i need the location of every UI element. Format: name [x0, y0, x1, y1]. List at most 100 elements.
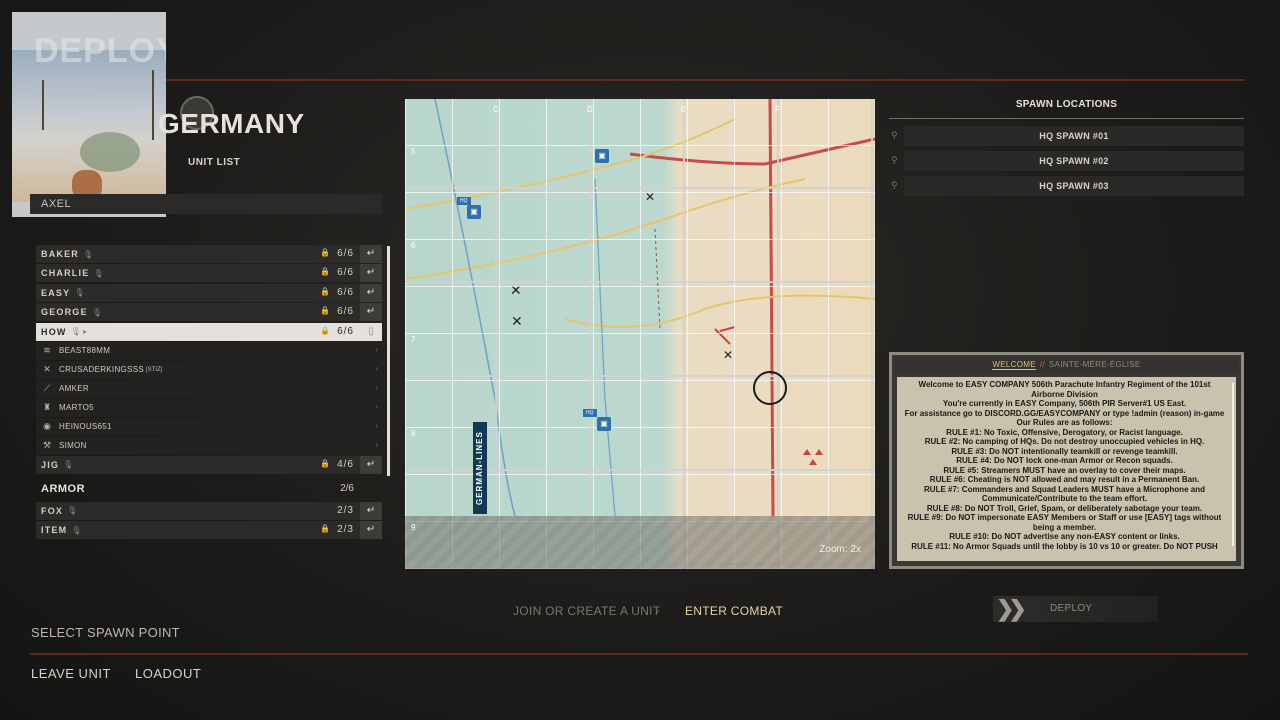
info-line: For assistance go to DISCORD.GG/EASYCOMP… — [904, 408, 1225, 418]
grid-row-label: 7 — [411, 335, 416, 344]
info-line: RULE #4: Do NOT lock one-man Armor or Re… — [956, 456, 1173, 465]
spawn-locations-title: SPAWN LOCATIONS — [1015, 99, 1118, 110]
info-line: RULE #10: Do NOT advertise any non-EASY … — [949, 532, 1180, 541]
info-line: RULE #1: No Toxic, Offensive, Derogatory… — [946, 427, 1183, 437]
member-name: MARTO5 — [59, 403, 94, 413]
lock-icon: 🔒 — [320, 306, 330, 316]
unit-count: 2/3 — [337, 504, 354, 516]
mic-icon: 🎙 — [83, 249, 94, 259]
lock-icon: 🔒 — [320, 524, 330, 534]
unit-name: CHARLIE — [41, 268, 90, 279]
objective-ring-icon[interactable] — [753, 371, 787, 405]
unit-count: 6/6 — [337, 325, 354, 337]
mic-icon: 🎙 — [74, 288, 85, 298]
unit-count: 6/6 — [337, 248, 354, 259]
unit-row-baker[interactable]: BAKER 🎙 🔒 6/6 ↵ — [36, 245, 382, 263]
grid-row-label: 8 — [411, 429, 416, 438]
tab-map-name[interactable]: SAINTE-MÈRE-ÉGLISE — [1049, 360, 1141, 369]
unit-row-fox[interactable]: FOX 🎙 2/3 ↵ — [36, 501, 382, 520]
grid-row-label: 6 — [411, 241, 416, 250]
join-unit-button[interactable]: ↵ — [360, 283, 382, 302]
crossed-rifles-icon: ✕ — [43, 364, 51, 375]
chevron-right-icon: › — [375, 363, 378, 373]
unit-name: GEORGE — [41, 307, 88, 318]
armor-section-header: ARMOR 2/6 — [36, 476, 382, 502]
server-info-scrollbar[interactable] — [1232, 383, 1234, 546]
unit-list-label: UNIT LIST — [188, 157, 241, 168]
medic-icon: ◉ — [43, 421, 51, 432]
member-row[interactable]: ◉ HEINOUS651 › — [36, 417, 382, 436]
member-tag: [STIZ] — [145, 366, 163, 373]
member-row[interactable]: ♜ MARTO5 › — [36, 398, 382, 417]
info-line: Our Rules are as follows: — [1016, 418, 1113, 427]
grid-col-label: D — [587, 105, 593, 114]
join-unit-button[interactable]: ↵ — [360, 501, 382, 520]
mic-icon: 🎙 — [63, 460, 74, 470]
lock-icon: 🔒 — [320, 286, 330, 296]
spawn-item[interactable]: ⚲ HQ SPAWN #01 — [889, 126, 1244, 146]
unit-list-scroll-thumb[interactable] — [387, 246, 390, 476]
thumbnail-ghost-text: DEPLOY — [34, 32, 166, 70]
garrison-lock-icon[interactable]: ▣ — [467, 205, 481, 219]
member-name: SIMON — [59, 441, 87, 451]
german-lines-label: GERMAN-LINES — [473, 422, 487, 514]
info-line: RULE #2: No camping of HQs. Do not destr… — [924, 437, 1205, 446]
step-join-or-create[interactable]: JOIN OR CREATE A UNIT — [513, 604, 660, 618]
member-row[interactable]: ≋ BEAST88MM › — [36, 341, 382, 360]
chevron-right-icon: › — [375, 401, 378, 411]
deploy-label: DEPLOY — [1050, 603, 1093, 614]
hq-spawn-tag: HQ — [457, 197, 471, 205]
chevron-right-icon: › — [375, 420, 378, 430]
unit-count: 6/6 — [337, 306, 354, 318]
member-row[interactable]: ⟋ AMKER › — [36, 379, 382, 398]
member-row[interactable]: ⚒ SIMON › — [36, 436, 382, 455]
unit-name: JIG — [41, 459, 60, 470]
leave-unit-icon[interactable]: ▯ — [360, 322, 382, 341]
chevron-right-icon: › — [375, 439, 378, 449]
tactical-map[interactable]: ✕ ✕ ✕ ✕ C D E F 5 6 7 8 9 HQ ▣ ▣ HQ ▣ GE… — [405, 99, 875, 569]
scene-tree — [42, 80, 44, 130]
garrison-lock-icon[interactable]: ▣ — [597, 417, 611, 431]
mic-icon: 🎙 — [67, 506, 78, 516]
spawn-item[interactable]: ⚲ HQ SPAWN #02 — [889, 151, 1244, 171]
zoom-level: Zoom: 2x — [819, 544, 861, 555]
unit-row-jig[interactable]: JIG 🎙 🔒 4/6 ↵ — [36, 455, 382, 474]
spawn-item-label: HQ SPAWN #03 — [1039, 181, 1109, 191]
unit-row-george[interactable]: GEORGE 🎙 🔒 6/6 ↵ — [36, 303, 382, 322]
tab-welcome[interactable]: WELCOME — [992, 360, 1036, 370]
unit-row-easy[interactable]: EASY 🎙 🔒 6/6 ↵ — [36, 283, 382, 302]
select-spawn-point-hint: SELECT SPAWN POINT — [31, 625, 180, 640]
member-row[interactable]: ✕ CRUSADERKINGSSS [STIZ] › — [36, 360, 382, 379]
commander-row[interactable]: AXEL — [30, 194, 382, 214]
lock-icon: 🔒 — [320, 248, 330, 257]
info-line: RULE #6: Cheating is NOT allowed and may… — [929, 475, 1200, 484]
join-unit-button[interactable]: ↵ — [360, 455, 382, 474]
unit-count: 2/3 — [337, 524, 354, 536]
bottom-divider — [30, 653, 1248, 655]
leave-unit-button[interactable]: LEAVE UNIT — [31, 666, 111, 681]
armor-label: ARMOR — [41, 482, 86, 495]
map-out-of-bounds — [405, 516, 875, 569]
info-line: RULE #8: Do NOT Troll, Grief, Spam, or d… — [926, 503, 1203, 513]
unit-row-how[interactable]: HOW 🎙 ▸ 🔒 6/6 ▯ — [36, 322, 382, 341]
spawn-pin-icon: ⚲ — [891, 130, 898, 140]
deploy-button[interactable]: ❯❯ DEPLOY — [993, 596, 1158, 622]
support-icon: ♜ — [42, 402, 52, 413]
join-unit-button[interactable]: ↵ — [360, 264, 382, 283]
unit-row-charlie[interactable]: CHARLIE 🎙 🔒 6/6 ↵ — [36, 264, 382, 283]
chevron-right-icon: › — [375, 344, 378, 354]
step-enter-combat[interactable]: ENTER COMBAT — [685, 604, 783, 618]
info-line: Welcome to EASY COMPANY 506th Parachute … — [918, 380, 1211, 399]
spawn-item[interactable]: ⚲ HQ SPAWN #03 — [889, 176, 1244, 196]
member-name: BEAST88MM — [59, 346, 111, 356]
grid-row-label: 5 — [411, 147, 416, 156]
server-info-panel: WELCOME// SAINTE-MÈRE-ÉGLISE Welcome to E… — [889, 352, 1244, 569]
server-info-tabs: WELCOME// SAINTE-MÈRE-ÉGLISE — [894, 357, 1239, 373]
unit-row-item[interactable]: ITEM 🎙 🔒 2/3 ↵ — [36, 521, 382, 540]
join-unit-button[interactable]: ↵ — [360, 245, 382, 263]
hq-marker-icon[interactable]: ▣ — [595, 149, 609, 163]
unit-count: 6/6 — [337, 267, 354, 279]
join-unit-button[interactable]: ↵ — [360, 303, 382, 322]
join-unit-button[interactable]: ↵ — [360, 521, 382, 540]
loadout-button[interactable]: LOADOUT — [135, 666, 201, 681]
